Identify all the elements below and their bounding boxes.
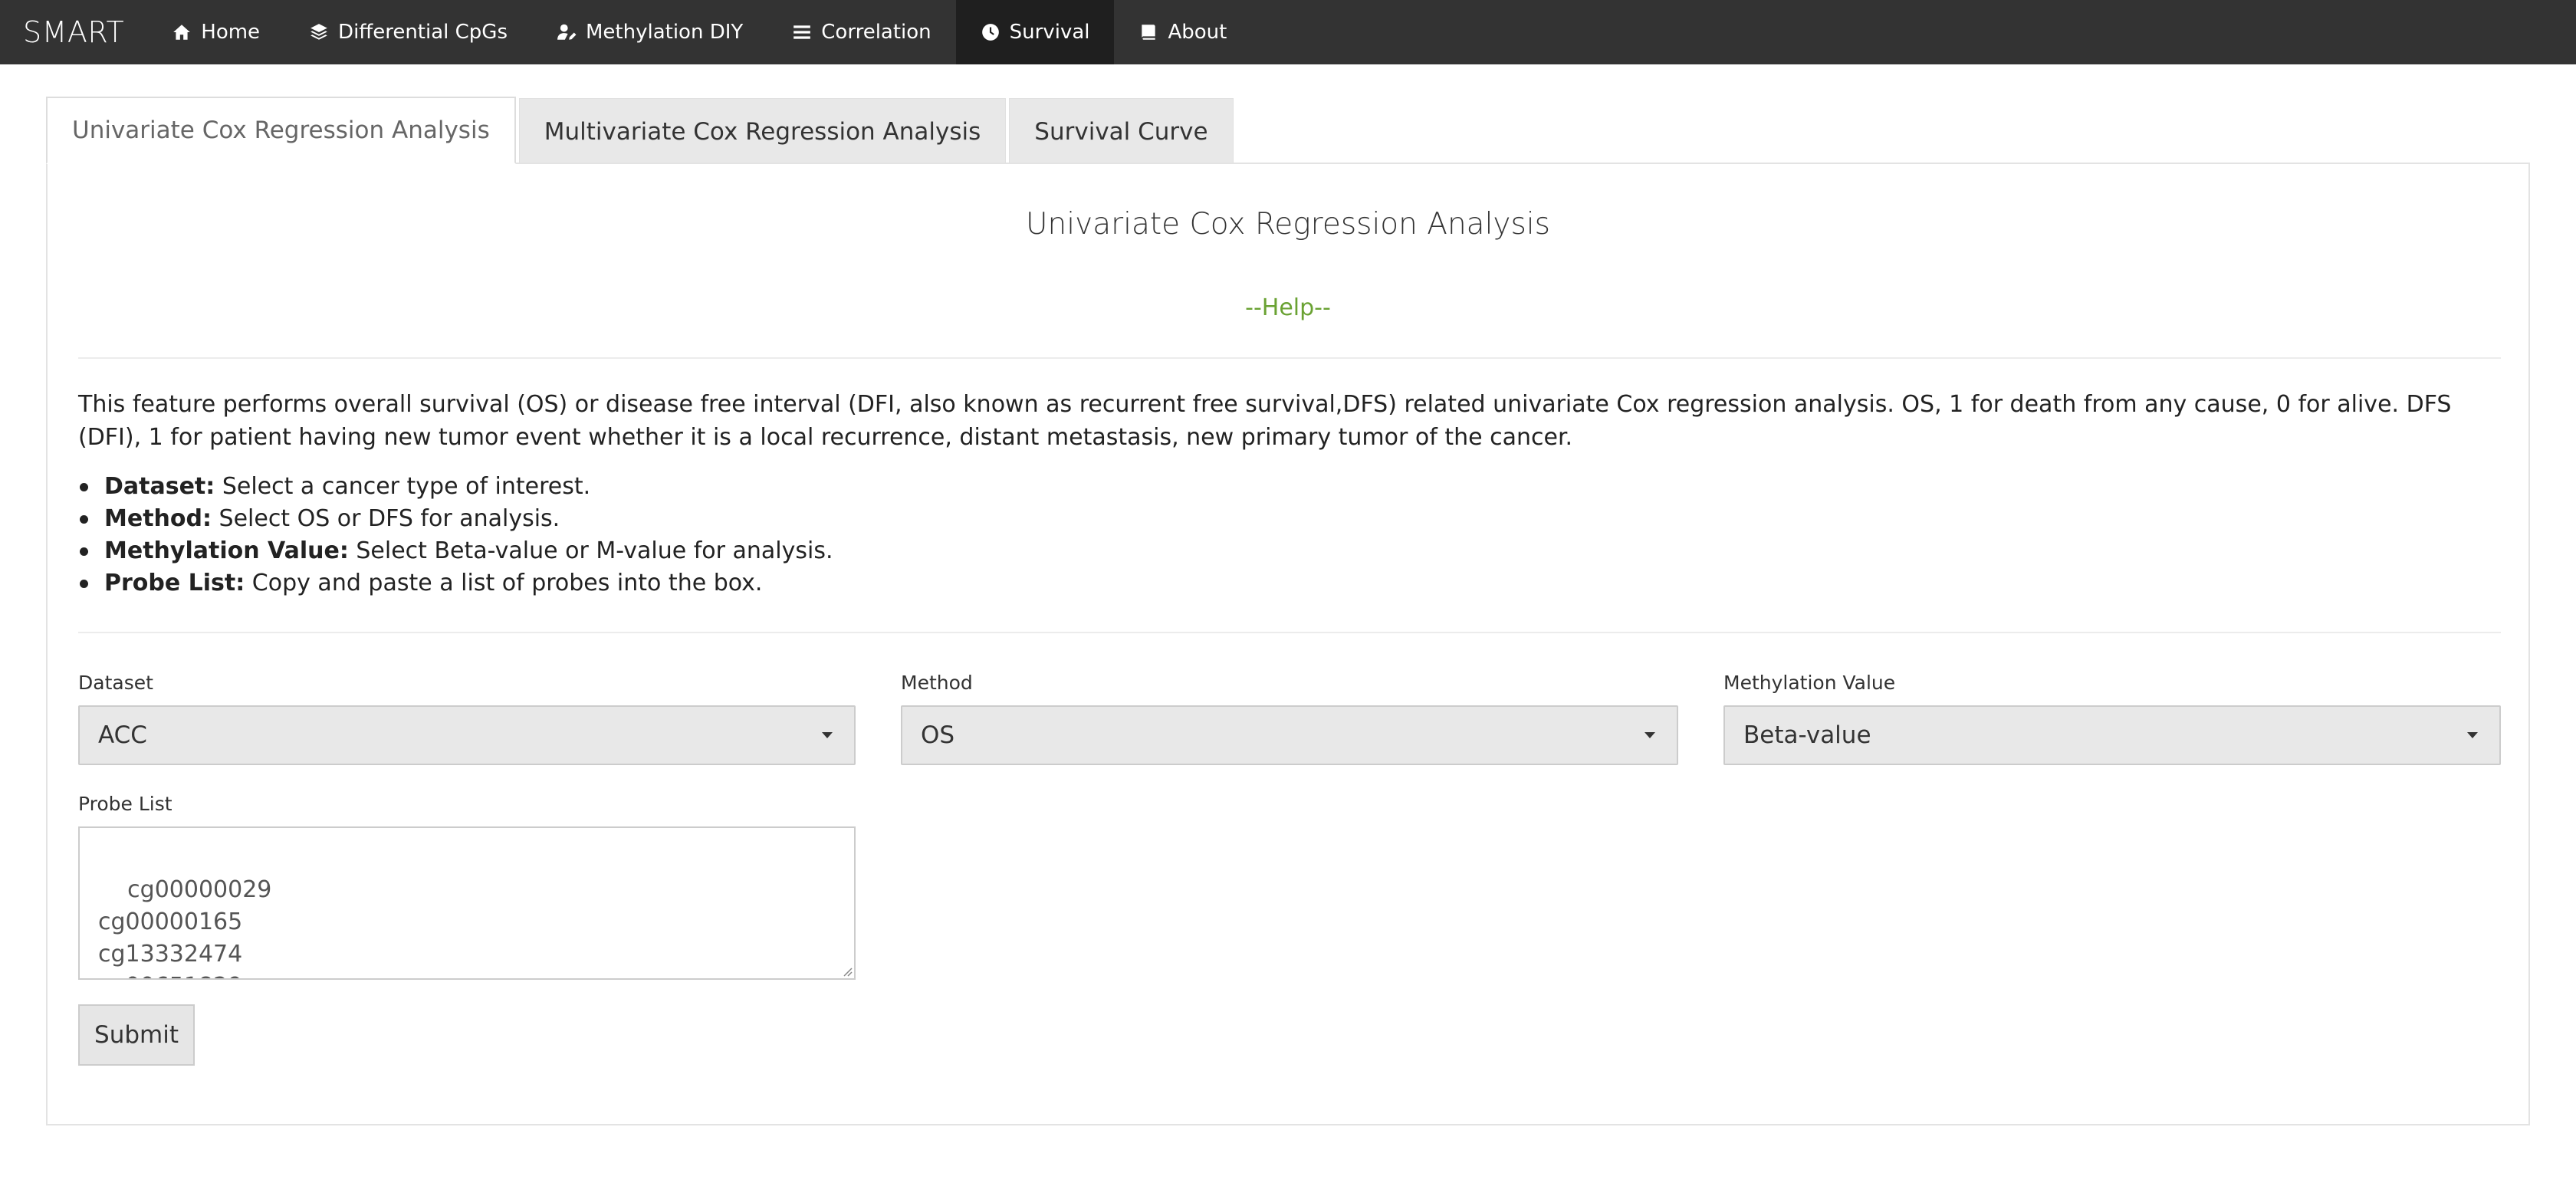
bullet-term: Method: [104, 505, 212, 532]
nav-item-survival[interactable]: Survival [955, 0, 1115, 64]
description-text: This feature performs overall survival (… [78, 391, 2452, 451]
divider [78, 357, 2501, 359]
list-item: Method: Select OS or DFS for analysis. [78, 503, 2501, 535]
resize-handle-icon[interactable] [842, 966, 853, 977]
dataset-label: Dataset [78, 672, 153, 694]
list-item: Probe List: Copy and paste a list of pro… [78, 567, 2501, 600]
nav-item-label: Survival [1009, 21, 1090, 44]
layers-icon [309, 22, 329, 42]
methylation-value-select[interactable]: Beta-value [1723, 705, 2501, 765]
nav-item-label: Home [201, 21, 261, 44]
bullet-text: Select Beta-value or M-value for analysi… [348, 537, 833, 564]
tab-panel: Univariate Cox Regression Analysis --Hel… [46, 163, 2530, 1125]
nav-item-label: Methylation DIY [585, 21, 744, 44]
tab-survival-curve[interactable]: Survival Curve [1009, 98, 1234, 164]
caret-down-icon [2467, 732, 2478, 738]
bars-icon [792, 22, 812, 42]
divider [78, 632, 2501, 633]
bullet-text: Select OS or DFS for analysis. [211, 505, 560, 532]
caret-down-icon [1644, 732, 1655, 738]
bullet-term: Dataset: [104, 473, 215, 500]
navbar: SMART Home Differential CpGs Methylation… [0, 0, 2576, 64]
nav-item-methylation-diy[interactable]: Methylation DIY [532, 0, 767, 64]
nav-item-label: Differential CpGs [338, 21, 508, 44]
list-item: Dataset: Select a cancer type of interes… [78, 471, 2501, 503]
home-icon [172, 22, 192, 42]
nav-item-label: Correlation [821, 21, 932, 44]
bullet-text: Select a cancer type of interest. [215, 473, 591, 500]
help-link[interactable]: --Help-- [48, 294, 2528, 321]
bullet-text: Copy and paste a list of probes into the… [245, 570, 763, 596]
nav-item-correlation[interactable]: Correlation [767, 0, 955, 64]
caret-down-icon [822, 732, 833, 738]
probe-list-value: cg00000029 cg00000165 cg13332474 cg00651… [98, 876, 272, 978]
methylation-value-select-value: Beta-value [1743, 721, 1871, 749]
page-title: Univariate Cox Regression Analysis [1026, 207, 1550, 242]
method-select[interactable]: OS [901, 705, 1678, 765]
dataset-select-value: ACC [98, 721, 147, 749]
methylation-value-label: Methylation Value [1723, 672, 1896, 694]
clock-icon [981, 22, 1001, 42]
user-edit-icon [557, 22, 577, 42]
nav-item-home[interactable]: Home [147, 0, 284, 64]
method-select-value: OS [921, 721, 955, 749]
method-label: Method [901, 672, 973, 694]
bullet-term: Probe List: [104, 570, 245, 596]
nav-item-label: About [1168, 21, 1227, 44]
bullet-term: Methylation Value: [104, 537, 349, 564]
probe-list-label: Probe List [78, 793, 172, 815]
nav-item-differential-cpgs[interactable]: Differential CpGs [284, 0, 532, 64]
help-bullet-list: Dataset: Select a cancer type of interes… [78, 471, 2501, 600]
submit-button[interactable]: Submit [78, 1004, 195, 1066]
tab-multivariate-cox[interactable]: Multivariate Cox Regression Analysis [518, 98, 1007, 164]
tab-univariate-cox[interactable]: Univariate Cox Regression Analysis [46, 97, 516, 164]
brand-logo[interactable]: SMART [0, 0, 147, 64]
probe-list-textarea[interactable]: cg00000029 cg00000165 cg13332474 cg00651… [78, 826, 856, 980]
dataset-select[interactable]: ACC [78, 705, 856, 765]
list-item: Methylation Value: Select Beta-value or … [78, 535, 2501, 567]
analysis-tabs: Univariate Cox Regression Analysis Multi… [46, 97, 1234, 164]
nav-item-about[interactable]: About [1114, 0, 1251, 64]
book-icon [1138, 22, 1158, 42]
